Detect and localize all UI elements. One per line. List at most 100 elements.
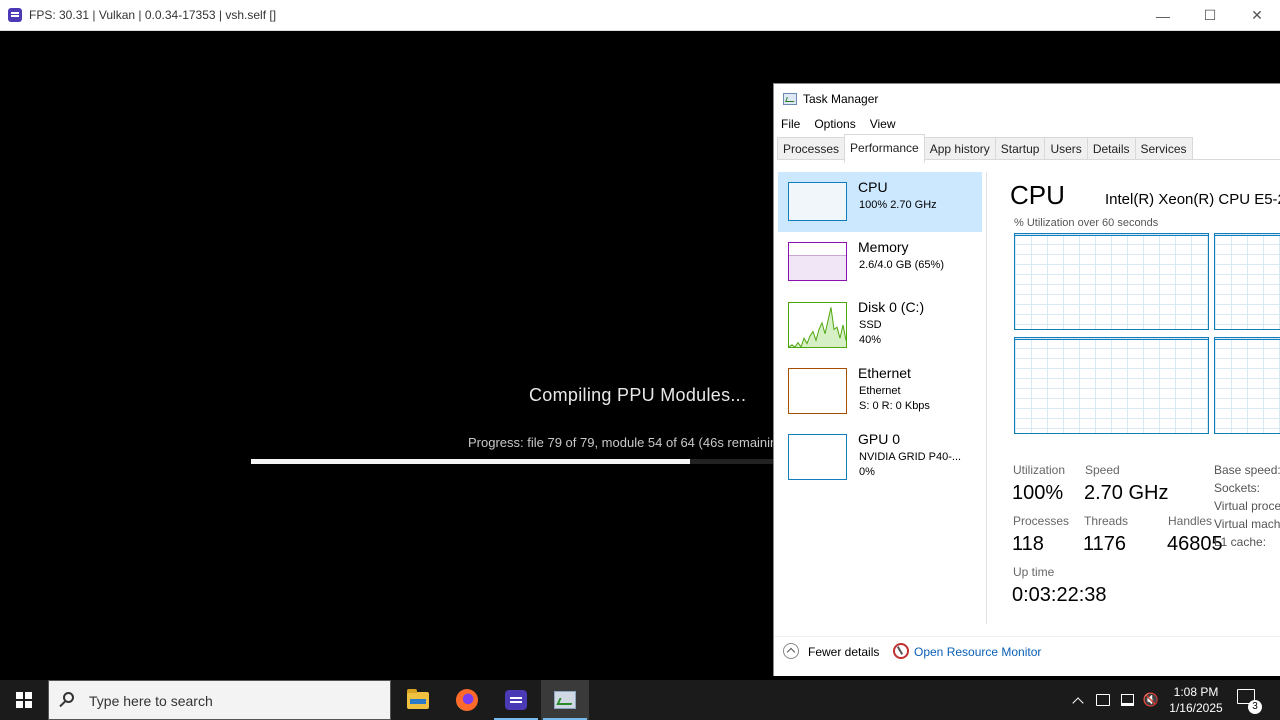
memory-usage-fill bbox=[789, 254, 846, 280]
processes-label: Processes bbox=[1013, 514, 1070, 528]
resource-monitor-icon[interactable] bbox=[893, 643, 909, 659]
disk-thumbnail-graph bbox=[788, 302, 847, 348]
tab-users[interactable]: Users bbox=[1044, 137, 1088, 159]
perf-item-memory[interactable]: Memory 2.6/4.0 GB (65%) bbox=[778, 232, 982, 292]
spec-label: Base speed: bbox=[1214, 463, 1280, 477]
perf-item-detail: Ethernet bbox=[859, 385, 901, 397]
disk-activity-chart bbox=[789, 307, 846, 347]
menu-file[interactable]: File bbox=[774, 114, 807, 136]
uptime-value: 0:03:22:38 bbox=[1012, 584, 1107, 606]
menu-bar: File Options View bbox=[774, 114, 903, 136]
uptime-label: Up time bbox=[1013, 565, 1055, 579]
ethernet-thumbnail-graph bbox=[788, 368, 847, 414]
perf-item-gpu[interactable]: GPU 0 NVIDIA GRID P40-... 0% bbox=[778, 424, 982, 490]
processes-value: 118 bbox=[1012, 533, 1044, 555]
perf-item-ethernet[interactable]: Ethernet Ethernet S: 0 R: 0 Kbps bbox=[778, 358, 982, 424]
tab-services[interactable]: Services bbox=[1134, 137, 1193, 159]
cpu-core-graph bbox=[1214, 233, 1280, 330]
taskbar-firefox[interactable] bbox=[443, 680, 491, 720]
fewer-details-link[interactable]: Fewer details bbox=[808, 645, 879, 659]
compile-progress-text: Progress: file 79 of 79, module 54 of 64… bbox=[468, 435, 789, 450]
speed-value: 2.70 GHz bbox=[1084, 482, 1169, 504]
open-resource-monitor-link[interactable]: Open Resource Monitor bbox=[914, 645, 1041, 659]
task-manager-window: Task Manager File Options View Processes… bbox=[773, 83, 1280, 676]
minimize-button[interactable]: — bbox=[1140, 0, 1186, 31]
graph-caption: % Utilization over 60 seconds bbox=[1014, 217, 1159, 229]
tab-startup[interactable]: Startup bbox=[994, 137, 1046, 159]
volume-muted-icon[interactable]: 🔇 bbox=[1140, 680, 1162, 720]
threads-label: Threads bbox=[1084, 514, 1129, 528]
rpcs3-app-icon bbox=[8, 8, 22, 22]
perf-item-detail-2: 0% bbox=[859, 466, 875, 478]
compile-progress-bar bbox=[251, 459, 774, 464]
start-button[interactable] bbox=[0, 680, 48, 720]
clock-date: 1/16/2025 bbox=[1169, 701, 1223, 715]
taskbar-rpcs3[interactable] bbox=[492, 680, 540, 720]
cpu-thumbnail-graph bbox=[788, 182, 847, 221]
show-hidden-icons-chevron-icon[interactable] bbox=[1068, 680, 1088, 720]
perf-item-name: Disk 0 (C:) bbox=[858, 299, 925, 315]
close-button[interactable]: ✕ bbox=[1234, 0, 1280, 31]
cpu-core-graph bbox=[1014, 337, 1209, 434]
compile-status-title: Compiling PPU Modules... bbox=[529, 385, 747, 405]
rpcs3-titlebar[interactable]: FPS: 30.31 | Vulkan | 0.0.34-17353 | vsh… bbox=[0, 0, 1280, 31]
utilization-value: 100% bbox=[1012, 482, 1064, 504]
spec-label: L1 cache: bbox=[1214, 535, 1267, 549]
spec-label: Sockets: bbox=[1214, 481, 1261, 495]
tab-bar: Processes Performance App history Startu… bbox=[777, 134, 1280, 163]
rpcs3-icon bbox=[505, 690, 527, 710]
speed-label: Speed bbox=[1085, 463, 1120, 477]
taskbar: Type here to search 🔇 1:08 PM 1/16/2025 … bbox=[0, 680, 1280, 720]
chevron-up-icon[interactable] bbox=[783, 643, 799, 659]
perf-item-name: Ethernet bbox=[858, 365, 911, 381]
performance-list: CPU 100% 2.70 GHz Memory 2.6/4.0 GB (65%… bbox=[778, 172, 982, 490]
notification-count-badge: 3 bbox=[1248, 700, 1262, 714]
firefox-icon bbox=[456, 689, 478, 711]
tab-app-history[interactable]: App history bbox=[923, 137, 996, 159]
clock-time: 1:08 PM bbox=[1173, 685, 1219, 699]
perf-item-cpu[interactable]: CPU 100% 2.70 GHz bbox=[778, 172, 982, 232]
pane-divider[interactable] bbox=[986, 172, 987, 624]
windows-logo-icon bbox=[16, 692, 32, 708]
network-icon[interactable] bbox=[1117, 680, 1137, 720]
security-icon[interactable] bbox=[1093, 680, 1113, 720]
cpu-core-graph bbox=[1014, 233, 1209, 330]
gpu-thumbnail-graph bbox=[788, 434, 847, 480]
perf-item-detail: SSD bbox=[859, 319, 882, 331]
perf-item-detail: 2.6/4.0 GB (65%) bbox=[859, 259, 944, 271]
perf-item-detail: 100% 2.70 GHz bbox=[859, 199, 937, 211]
task-manager-titlebar[interactable]: Task Manager bbox=[774, 84, 1280, 114]
spec-label: Virtual processors: bbox=[1214, 499, 1280, 513]
threads-value: 1176 bbox=[1083, 533, 1127, 555]
taskbar-task-manager[interactable] bbox=[541, 680, 589, 720]
tab-processes[interactable]: Processes bbox=[777, 137, 846, 159]
perf-item-name: GPU 0 bbox=[858, 431, 901, 447]
memory-thumbnail-graph bbox=[788, 242, 847, 281]
perf-item-detail: NVIDIA GRID P40-... bbox=[859, 451, 962, 463]
detail-title: CPU bbox=[1010, 180, 1065, 210]
taskbar-search-box[interactable]: Type here to search bbox=[48, 680, 391, 720]
taskbar-file-explorer[interactable] bbox=[394, 680, 442, 720]
menu-view[interactable]: View bbox=[863, 114, 903, 136]
rpcs3-window-title: FPS: 30.31 | Vulkan | 0.0.34-17353 | vsh… bbox=[29, 8, 277, 22]
cpu-model-name: Intel(R) Xeon(R) CPU E5-2697 v4 @ 2.30GH… bbox=[1105, 191, 1280, 208]
perf-item-name: CPU bbox=[858, 179, 888, 195]
search-icon bbox=[63, 692, 74, 703]
perf-item-detail-2: 40% bbox=[859, 334, 882, 346]
perf-item-detail-2: S: 0 R: 0 Kbps bbox=[859, 400, 930, 412]
spec-label: Virtual machine: bbox=[1214, 517, 1280, 531]
handles-label: Handles bbox=[1168, 514, 1213, 528]
perf-item-disk[interactable]: Disk 0 (C:) SSD 40% bbox=[778, 292, 982, 358]
cpu-core-graph bbox=[1214, 337, 1280, 434]
perf-item-name: Memory bbox=[858, 239, 909, 255]
task-manager-footer: Fewer details Open Resource Monitor bbox=[774, 636, 1280, 667]
file-explorer-icon bbox=[407, 688, 429, 709]
taskbar-clock[interactable]: 1:08 PM 1/16/2025 bbox=[1165, 684, 1227, 716]
tab-performance[interactable]: Performance bbox=[844, 134, 925, 163]
task-manager-title: Task Manager bbox=[803, 92, 879, 106]
utilization-label: Utilization bbox=[1013, 463, 1066, 477]
maximize-button[interactable]: ☐ bbox=[1187, 0, 1233, 31]
search-placeholder: Type here to search bbox=[89, 693, 213, 709]
menu-options[interactable]: Options bbox=[807, 114, 862, 136]
tab-details[interactable]: Details bbox=[1086, 137, 1136, 159]
